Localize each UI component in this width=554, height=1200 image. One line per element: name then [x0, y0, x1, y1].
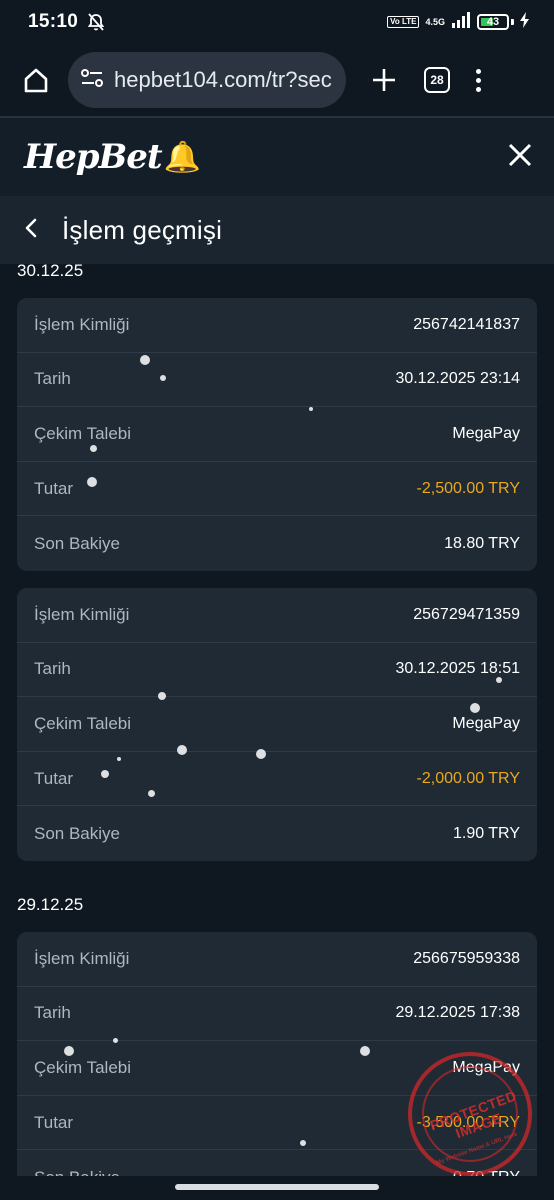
network-label: 4.5G	[425, 16, 445, 27]
row-withdraw-method: Çekim Talebi MegaPay	[17, 407, 537, 462]
snowflake	[64, 1046, 74, 1056]
new-tab-button[interactable]	[364, 60, 404, 100]
snowflake	[90, 445, 97, 452]
site-header: HepBet 🔔	[0, 118, 554, 196]
page-header: İşlem geçmişi	[0, 196, 554, 264]
date-header: 29.12.25	[17, 894, 84, 914]
status-indicators: Vo LTE 4.5G 43	[387, 11, 530, 33]
home-indicator[interactable]	[175, 1184, 379, 1190]
status-time: 15:10	[28, 11, 79, 32]
row-amount: Tutar -2,500.00 TRY	[17, 462, 537, 517]
home-button[interactable]	[16, 60, 56, 100]
date-header: 30.12.25	[17, 261, 84, 280]
url-text: hepbet104.com/tr?sec	[114, 67, 332, 92]
protected-image-watermark: PROTECTED IMAGE My Website Name & URL He…	[408, 1052, 532, 1176]
home-icon	[24, 68, 48, 93]
snowflake	[148, 790, 155, 797]
page-title: İşlem geçmişi	[62, 214, 223, 245]
snowflake	[309, 407, 313, 411]
snowflake	[256, 749, 266, 759]
snowflake	[113, 1038, 118, 1043]
site-logo[interactable]: HepBet	[24, 137, 163, 177]
volte-badge: Vo LTE	[387, 16, 420, 28]
site-settings-icon[interactable]	[80, 67, 104, 94]
signal-icon	[451, 11, 471, 33]
close-icon	[508, 143, 532, 166]
row-amount: Tutar -2,000.00 TRY	[17, 752, 537, 807]
address-bar[interactable]: hepbet104.com/tr?sec	[68, 52, 346, 108]
snowflake	[177, 745, 187, 755]
snowflake	[360, 1046, 370, 1056]
snowflake	[117, 757, 121, 761]
snowflake	[470, 703, 480, 713]
transaction-card: İşlem Kimliği 256742141837 Tarih 30.12.202…	[17, 298, 537, 571]
back-button[interactable]	[20, 216, 44, 245]
snowflake	[87, 477, 97, 487]
status-bar: 15:10 Vo LTE 4.5G 43	[0, 0, 554, 44]
snowflake	[101, 770, 109, 778]
row-withdraw-method: Çekim Talebi MegaPay	[17, 697, 537, 752]
snowflake	[496, 677, 502, 683]
snowflake	[300, 1140, 306, 1146]
charging-icon	[520, 11, 530, 33]
christmas-bells-icon: 🔔	[163, 140, 201, 174]
plus-icon	[373, 69, 395, 91]
row-date: Tarih 30.12.2025 18:51	[17, 643, 537, 698]
row-transaction-id: İşlem Kimliği 256729471359	[17, 588, 537, 643]
transaction-card: İşlem Kimliği 256729471359 Tarih 30.12.202…	[17, 587, 537, 861]
close-button[interactable]	[506, 141, 534, 174]
tab-switcher-button[interactable]: 28	[424, 67, 450, 93]
row-transaction-id: İşlem Kimliği 256742141837	[17, 298, 537, 353]
chevron-left-icon	[25, 218, 37, 237]
snowflake	[160, 375, 166, 381]
row-date: Tarih 30.12.2025 23:14	[17, 353, 537, 408]
snowflake	[140, 355, 150, 365]
row-balance: Son Bakiye 18.80 TRY	[34, 533, 520, 553]
browser-toolbar: hepbet104.com/tr?sec 28	[0, 44, 554, 116]
battery-icon: 43	[477, 14, 509, 30]
row-balance: Son Bakiye 1.90 TRY	[34, 823, 520, 843]
more-menu-icon[interactable]	[476, 68, 481, 92]
row-transaction-id: İşlem Kimliği 256675959338	[17, 932, 537, 987]
bell-off-icon	[86, 12, 106, 32]
snowflake	[158, 692, 166, 700]
row-date: Tarih 29.12.2025 17:38	[17, 987, 537, 1042]
